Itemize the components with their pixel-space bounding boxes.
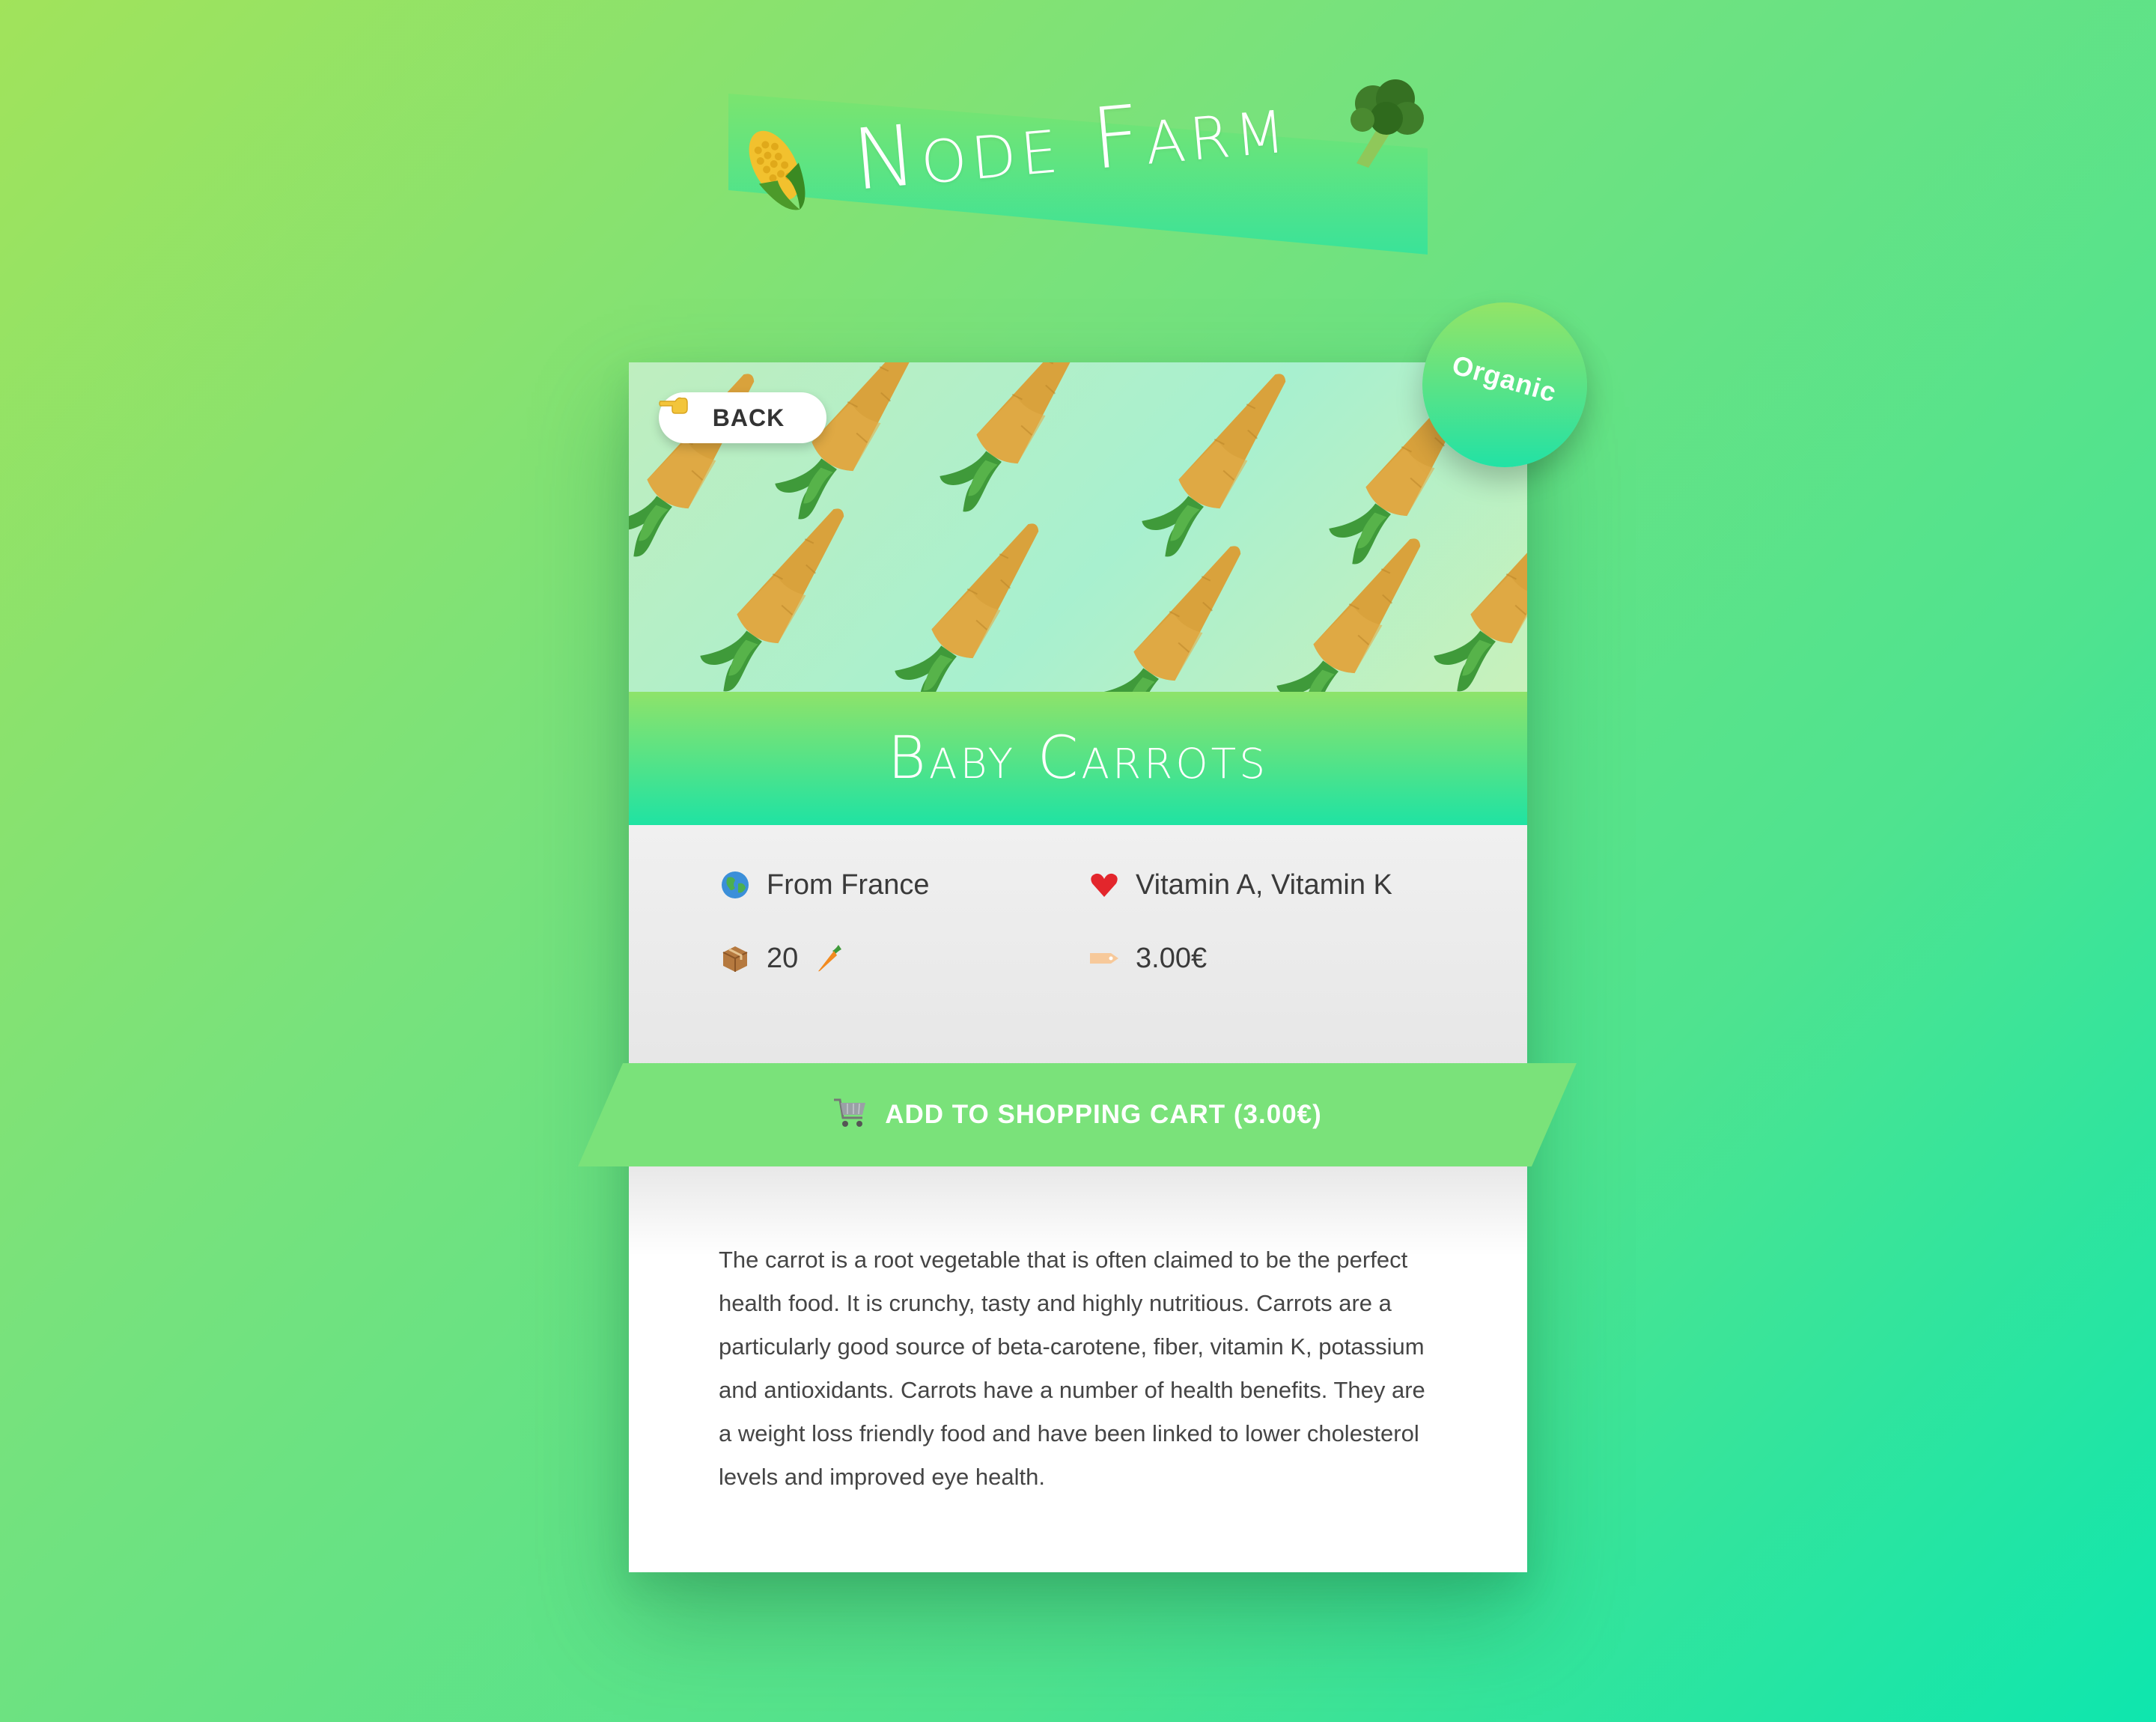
product-vitamins: Vitamin A, Vitamin K <box>1088 868 1392 901</box>
back-label: BACK <box>712 404 785 431</box>
carrot-icon <box>813 942 846 975</box>
add-to-cart-label: ADD TO SHOPPING CART (3.00€) <box>885 1100 1322 1129</box>
organic-badge: Organic <box>1422 302 1587 467</box>
shopping-cart-icon <box>832 1097 868 1133</box>
product-image: BACK <box>629 362 1527 692</box>
product-quantity: 20 <box>719 942 846 975</box>
add-to-cart-button[interactable]: ADD TO SHOPPING CART (3.00€) <box>578 1063 1577 1166</box>
product-card: BACK Baby Carrots From France Vitamin A,… <box>629 362 1527 1572</box>
broccoli-icon <box>1350 79 1424 168</box>
product-price: 3.00€ <box>1088 942 1207 975</box>
organic-label: Organic <box>1449 349 1561 408</box>
product-title: Baby Carrots <box>887 725 1269 792</box>
vitamins-label: Vitamin A, Vitamin K <box>1136 868 1392 901</box>
quantity-value: 20 <box>767 942 799 974</box>
product-title-bar: Baby Carrots <box>629 692 1527 825</box>
back-button[interactable]: BACK <box>659 392 826 443</box>
price-value: 3.00€ <box>1136 942 1208 974</box>
product-details: From France Vitamin A, Vitamin K 20 3.00… <box>629 825 1527 1080</box>
origin-label: From France <box>767 868 930 901</box>
price-tag-icon <box>1088 942 1121 975</box>
heart-icon <box>1088 868 1121 901</box>
globe-icon <box>719 868 752 901</box>
package-icon <box>719 942 752 975</box>
product-description: The carrot is a root vegetable that is o… <box>719 1247 1425 1490</box>
product-origin: From France <box>719 868 929 901</box>
